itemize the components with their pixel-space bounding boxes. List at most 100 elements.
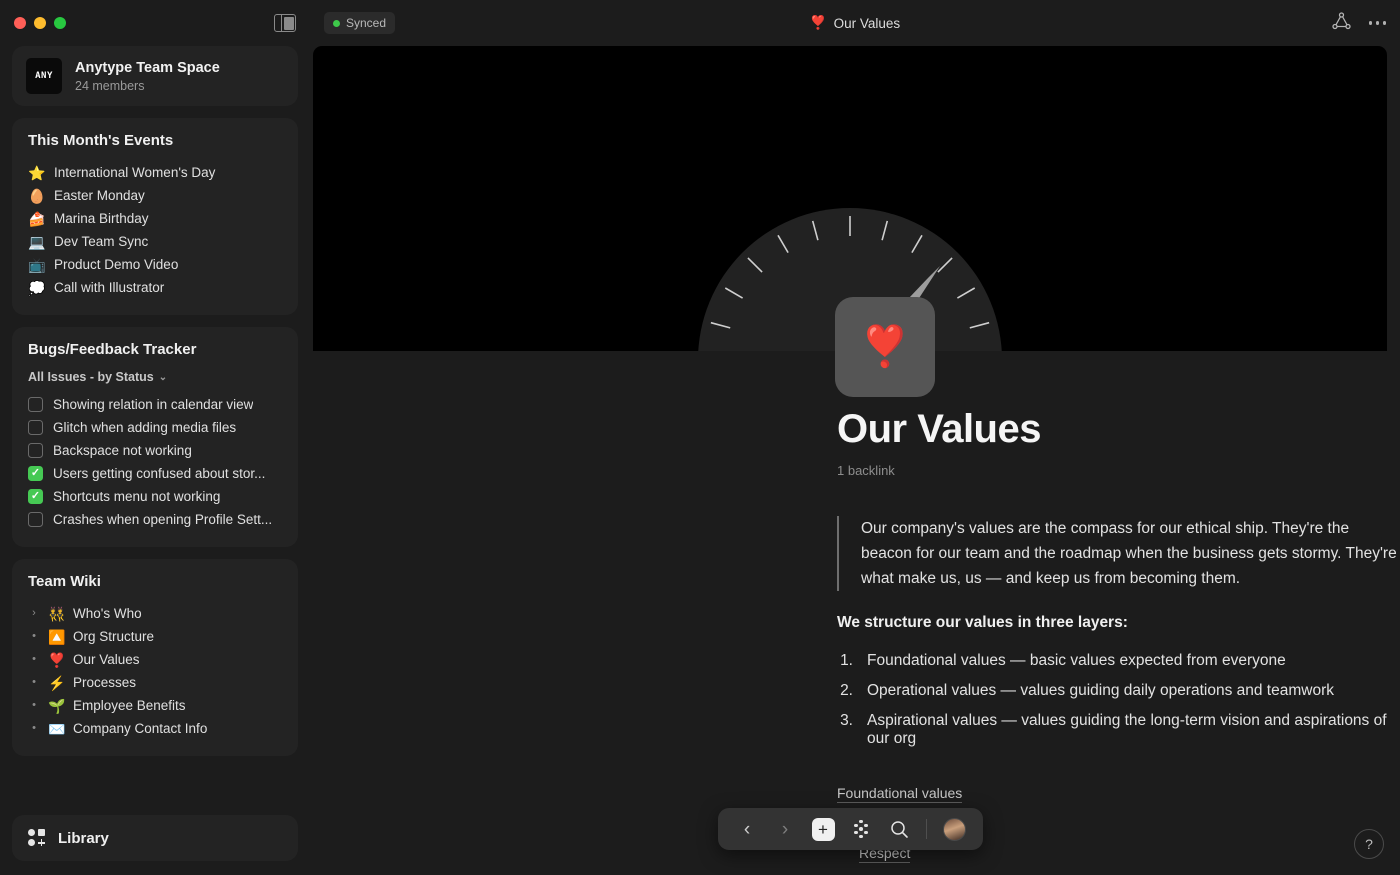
chevron-left-icon: ‹: [743, 818, 751, 840]
table-row[interactable]: Crashes when opening Profile Sett...: [28, 508, 282, 531]
space-name: Anytype Team Space: [75, 59, 220, 76]
wiki-label: Processes: [73, 675, 137, 690]
checkbox-checked[interactable]: [28, 466, 43, 481]
table-row[interactable]: Showing relation in calendar view: [28, 393, 282, 416]
list-item[interactable]: 2. Operational values — values guiding d…: [837, 676, 1400, 706]
create-object-button[interactable]: +: [804, 808, 842, 850]
quote-block[interactable]: Our company's values are the compass for…: [837, 516, 1400, 592]
laptop-icon: 💻: [28, 233, 46, 250]
back-button[interactable]: ‹: [728, 808, 766, 850]
bullet-icon: •: [32, 722, 36, 734]
egg-icon: 🥚: [28, 187, 46, 204]
events-list: ⭐ International Women's Day 🥚 Easter Mon…: [28, 161, 282, 299]
list-item[interactable]: 🍰 Marina Birthday: [28, 207, 282, 230]
list-item[interactable]: 🥚 Easter Monday: [28, 184, 282, 207]
document-topbar: Synced ❣️ Our Values: [310, 0, 1400, 46]
widget-title-wiki: Team Wiki: [28, 573, 101, 590]
document-scroll-area[interactable]: ❣️ Our Values 1 backlink Our company's v…: [310, 46, 1400, 875]
bug-label: Glitch when adding media files: [53, 420, 237, 435]
forward-button[interactable]: ›: [766, 808, 804, 850]
sidebar-item-company-contact-info[interactable]: • ✉️ Company Contact Info: [28, 717, 282, 740]
bug-label: Shortcuts menu not working: [53, 489, 221, 504]
chevron-down-icon: ⌄: [158, 371, 168, 383]
list-item[interactable]: 📺 Product Demo Video: [28, 253, 282, 276]
table-row[interactable]: Shortcuts menu not working: [28, 485, 282, 508]
bugs-list: Showing relation in calendar view Glitch…: [28, 393, 282, 531]
bug-label: Backspace not working: [53, 443, 192, 458]
sidebar-item-library[interactable]: Library: [12, 815, 298, 861]
list-item[interactable]: 3. Aspirational values — values guiding …: [837, 706, 1400, 754]
close-window-button[interactable]: [14, 17, 26, 29]
search-icon: [890, 820, 908, 838]
maximize-window-button[interactable]: [54, 17, 66, 29]
checkbox-unchecked[interactable]: [28, 397, 43, 412]
more-options-icon[interactable]: [1368, 21, 1386, 25]
list-number: 1.: [840, 652, 853, 670]
topbar-document-title: ❣️ Our Values: [310, 15, 1400, 31]
link-growth[interactable]: Growth: [837, 868, 1400, 875]
sidebar-item-whos-who[interactable]: › 👯 Who's Who: [28, 602, 282, 625]
list-item[interactable]: 💭 Call with Illustrator: [28, 276, 282, 299]
graph-view-button[interactable]: [842, 808, 880, 850]
space-logo: ANY: [26, 58, 62, 94]
list-text: Operational values — values guiding dail…: [867, 682, 1334, 700]
lightning-icon: ⚡: [48, 674, 66, 691]
table-row[interactable]: Users getting confused about stor...: [28, 462, 282, 485]
graph-relations-icon[interactable]: [1331, 11, 1351, 35]
sidebar-item-processes[interactable]: • ⚡ Processes: [28, 671, 282, 694]
wiki-label: Org Structure: [73, 629, 155, 644]
minimize-window-button[interactable]: [34, 17, 46, 29]
seedling-icon: 🌱: [48, 697, 66, 714]
checkbox-checked[interactable]: [28, 489, 43, 504]
list-text: Foundational values — basic values expec…: [867, 652, 1286, 670]
help-button[interactable]: ?: [1354, 829, 1384, 859]
list-item[interactable]: 1. Foundational values — basic values ex…: [837, 646, 1400, 676]
dancers-icon: 👯: [48, 605, 66, 622]
widget-team-wiki: Team Wiki › 👯 Who's Who • 🔼 Org Structur…: [12, 559, 298, 756]
avatar[interactable]: [935, 808, 973, 850]
space-switcher[interactable]: ANY Anytype Team Space 24 members: [12, 46, 298, 106]
list-item[interactable]: 💻 Dev Team Sync: [28, 230, 282, 253]
topbar-title-text: Our Values: [833, 15, 901, 31]
heart-exclamation-emoji: ❣️: [860, 325, 910, 369]
sidebar-item-org-structure[interactable]: • 🔼 Org Structure: [28, 625, 282, 648]
sync-status-dot: [333, 19, 340, 27]
document-emoji-icon[interactable]: ❣️: [835, 297, 935, 397]
wiki-label: Employee Benefits: [73, 698, 186, 713]
sidebar-scroll-area[interactable]: ANY Anytype Team Space 24 members This M…: [0, 46, 310, 815]
bullet-icon: •: [32, 630, 36, 642]
table-row[interactable]: Backspace not working: [28, 439, 282, 462]
chevron-right-icon: ›: [781, 818, 789, 840]
intro-text[interactable]: We structure our values in three layers:: [837, 614, 1400, 632]
space-info: Anytype Team Space 24 members: [75, 59, 220, 94]
backlink-count[interactable]: 1 backlink: [837, 463, 1400, 478]
window-controls[interactable]: [14, 17, 66, 29]
event-label: Marina Birthday: [54, 211, 149, 226]
checkbox-unchecked[interactable]: [28, 443, 43, 458]
table-row[interactable]: Glitch when adding media files: [28, 416, 282, 439]
bug-label: Crashes when opening Profile Sett...: [53, 512, 273, 527]
values-layers-list: 1. Foundational values — basic values ex…: [837, 646, 1400, 754]
status-badge[interactable]: Synced: [324, 12, 396, 34]
sidebar: ANY Anytype Team Space 24 members This M…: [0, 0, 310, 875]
checkbox-unchecked[interactable]: [28, 420, 43, 435]
sidebar-item-our-values[interactable]: • ❣️ Our Values: [28, 648, 282, 671]
floating-navigation-toolbar: ‹ › +: [718, 808, 983, 850]
toolbar-divider: [926, 819, 927, 839]
checkbox-unchecked[interactable]: [28, 512, 43, 527]
bullet-icon: •: [32, 653, 36, 665]
search-button[interactable]: [880, 808, 918, 850]
widget-this-months-events: This Month's Events ⭐ International Wome…: [12, 118, 298, 315]
link-foundational-values[interactable]: Foundational values: [837, 778, 1400, 808]
link-text: Foundational values: [837, 785, 963, 804]
list-item[interactable]: ⭐ International Women's Day: [28, 161, 282, 184]
widget-title-bugs: Bugs/Feedback Tracker: [28, 341, 197, 358]
sidebar-item-employee-benefits[interactable]: • 🌱 Employee Benefits: [28, 694, 282, 717]
sidebar-toggle-icon[interactable]: [274, 14, 296, 32]
event-label: Call with Illustrator: [54, 280, 165, 295]
chevron-right-icon[interactable]: ›: [28, 608, 40, 619]
page-title[interactable]: Our Values: [837, 407, 1400, 451]
event-label: Easter Monday: [54, 188, 145, 203]
bugs-filter-dropdown[interactable]: All Issues - by Status ⌄: [28, 370, 282, 384]
up-arrow-icon: 🔼: [48, 628, 66, 645]
